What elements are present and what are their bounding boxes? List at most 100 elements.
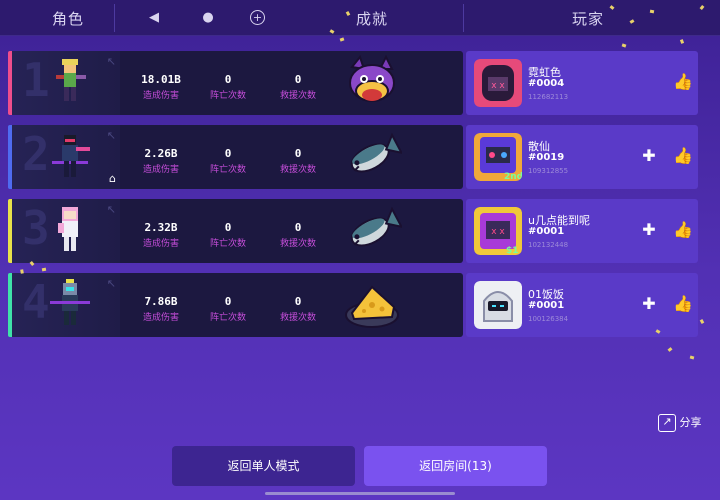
share-icon: ↗ [658,414,676,432]
hero-panel[interactable]: 1 ↖ [12,51,120,115]
player-avatar: x x [474,59,522,107]
rescues-label: 救援次数 [279,313,316,323]
hero-panel[interactable]: 4 ↖ [12,273,120,337]
hero-sprite [50,279,90,325]
player-tag: #0019 [528,152,565,163]
deaths-label: 阵亡次数 [209,91,246,101]
damage-label: 造成伤害 [142,239,179,249]
rescues-stat: 0 救援次数 [263,147,333,175]
deaths-value: 0 [224,221,232,234]
home-icon: ⌂ [109,172,116,185]
expand-corner-icon: ↖ [106,129,116,142]
result-row: 2 ↖ ⌂ 2.26B 造成伤害 0 阵亡次数 0 救援次数 [8,125,463,189]
share-label: 分享 [679,416,702,429]
rescues-value: 0 [294,295,302,308]
tab-player-header: 玩家 [572,10,605,28]
expand-corner-icon: ↖ [106,203,116,216]
player-card[interactable]: x x 霓虹色 #0004 112682113 👍 [466,51,698,115]
rescues-stat: 0 救援次数 [263,295,333,323]
like-thumb-icon[interactable]: 👍 [672,293,694,315]
tab-achievement-header: 成就 [356,10,389,28]
header-divider [114,4,115,32]
damage-stat: 7.86B 造成伤害 [126,295,196,323]
damage-value: 2.26B [144,147,178,160]
damage-stat: 2.32B 造成伤害 [126,221,196,249]
result-row: 4 ↖ 7.86B 造成伤害 0 阵亡次数 0 救援次数 [8,273,463,337]
player-avatar: 2nd [474,133,522,181]
deaths-label: 阵亡次数 [209,313,246,323]
rescues-stat: 0 救援次数 [263,73,333,101]
result-row: 3 ↖ 2.32B 造成伤害 0 阵亡次数 0 救援次数 [8,199,463,263]
hero-sprite [58,207,78,251]
hero-sprite [52,135,90,177]
rescues-label: 救援次数 [279,239,316,249]
damage-label: 造成伤害 [142,91,179,101]
like-thumb-icon[interactable]: 👍 [672,219,694,241]
svg-text:x x: x x [491,81,505,91]
damage-label: 造成伤害 [142,165,179,175]
weapon-icon: ◀ [149,10,159,25]
deaths-value: 0 [224,295,232,308]
result-row: 1 ↖ 18.01B 造成伤害 0 阵亡次数 0 救援次数 [8,51,463,115]
damage-stat: 2.26B 造成伤害 [126,147,196,175]
hero-panel[interactable]: 2 ↖ ⌂ [12,125,120,189]
home-indicator [265,492,455,495]
player-id: 112682113 [528,93,569,101]
player-avatar [474,281,522,329]
wolf-icon[interactable] [342,55,402,111]
player-id: 102132448 [528,241,569,249]
fish-icon[interactable] [342,203,402,259]
add-friend-icon[interactable]: ✚ [638,219,660,241]
player-tag: #0001 [528,300,565,311]
damage-value: 18.01B [141,73,181,86]
damage-value: 7.86B [144,295,178,308]
hero-sprite [56,59,86,101]
rescues-label: 救援次数 [279,165,316,175]
rescues-value: 0 [294,73,302,86]
player-tag: #0004 [528,78,565,89]
tab-hero-header: 角色 [52,10,85,28]
cross-circle-icon: + [250,10,265,25]
hero-panel[interactable]: 3 ↖ [12,199,120,263]
deaths-stat: 0 阵亡次数 [193,221,263,249]
cheese-icon[interactable] [342,277,402,333]
player-tag: #0001 [528,226,565,237]
player-card[interactable]: 2nd 散仙 #0019 109312855 ✚ 👍 [466,125,698,189]
player-avatar: x x $1 [474,207,522,255]
svg-text:2nd: 2nd [504,172,522,181]
rank-number: 3 [22,201,50,255]
player-id: 109312855 [528,167,569,175]
fish-icon[interactable] [342,129,402,185]
add-friend-icon[interactable]: ✚ [638,145,660,167]
deaths-stat: 0 阵亡次数 [193,295,263,323]
deaths-stat: 0 阵亡次数 [193,73,263,101]
like-thumb-icon[interactable]: 👍 [672,71,694,93]
deaths-value: 0 [224,147,232,160]
rank-number: 1 [22,53,50,107]
damage-label: 造成伤害 [142,313,179,323]
header-divider [463,4,464,32]
rank-number: 2 [22,127,50,181]
damage-stat: 18.01B 造成伤害 [126,73,196,101]
back-to-room-button[interactable]: 返回房间(13) [364,446,547,486]
rescues-label: 救援次数 [279,91,316,101]
share-button[interactable]: ↗ 分享 [658,414,702,432]
like-thumb-icon[interactable]: 👍 [672,145,694,167]
damage-value: 2.32B [144,221,178,234]
back-to-single-mode-button[interactable]: 返回单人模式 [172,446,355,486]
rescues-value: 0 [294,147,302,160]
player-id: 100126384 [528,315,569,323]
deaths-label: 阵亡次数 [209,165,246,175]
svg-text:$1: $1 [506,246,519,255]
deaths-stat: 0 阵亡次数 [193,147,263,175]
add-friend-icon[interactable]: ✚ [638,293,660,315]
player-card[interactable]: x x $1 u几点能到呢 #0001 102132448 ✚ 👍 [466,199,698,263]
player-card[interactable]: 01饭饭 #0001 100126384 ✚ 👍 [466,273,698,337]
deaths-label: 阵亡次数 [209,239,246,249]
rescues-stat: 0 救援次数 [263,221,333,249]
deaths-value: 0 [224,73,232,86]
skull-icon: ● [202,10,214,25]
rank-number: 4 [22,275,50,329]
expand-corner-icon: ↖ [106,277,116,290]
svg-text:x x: x x [491,227,505,237]
